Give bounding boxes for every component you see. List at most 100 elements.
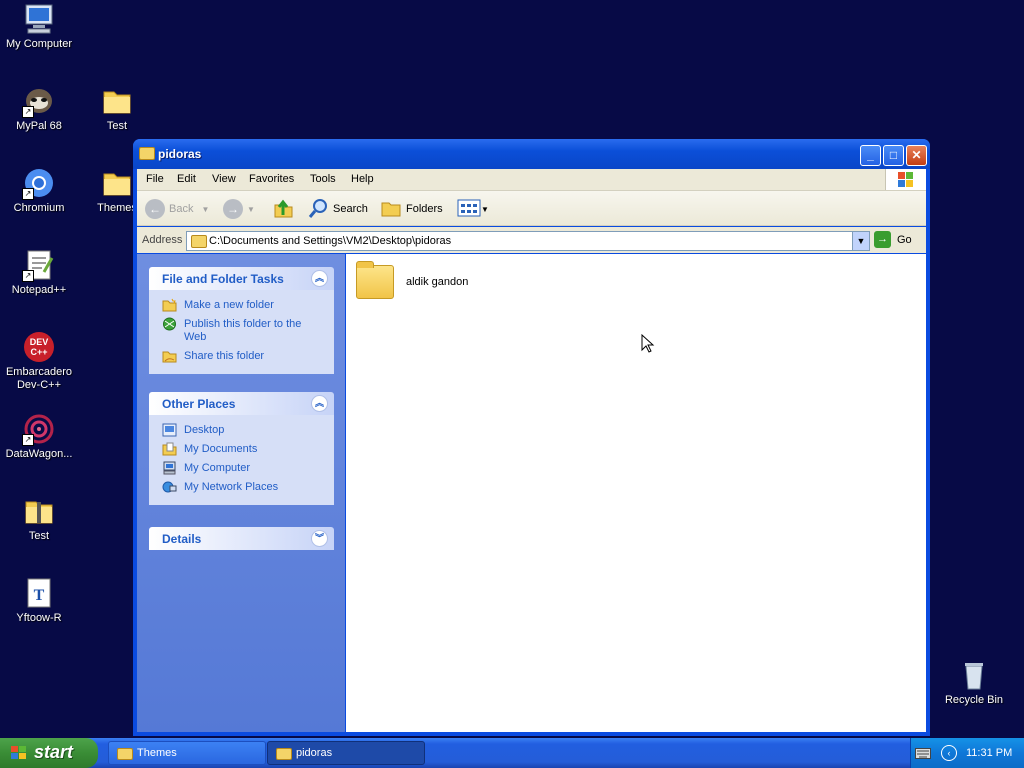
explorer-window: pidoras _ □ ✕ File Edit View Favorites T…: [133, 139, 930, 736]
shortcut-arrow-icon: ↗: [22, 434, 34, 446]
desktop-icon-label: Embarcadero Dev-C++: [5, 366, 73, 391]
menu-favorites[interactable]: Favorites: [249, 173, 294, 185]
desktop-icon-label: Yftoow-R: [16, 612, 62, 624]
back-label: Back: [169, 203, 194, 215]
menu-file[interactable]: File: [146, 173, 164, 185]
svg-text:C++: C++: [30, 347, 47, 357]
menu-help[interactable]: Help: [351, 173, 374, 185]
desktop-icon-label: Test: [106, 120, 128, 132]
desktop-link[interactable]: Desktop: [149, 421, 334, 440]
desktop-icon-label: Notepad++: [11, 284, 67, 296]
new-folder-icon: [162, 298, 177, 312]
computer-icon: [163, 461, 176, 475]
taskbar-item-pidoras[interactable]: pidoras: [267, 741, 425, 765]
font-file-icon: T: [22, 576, 56, 610]
shortcut-arrow-icon: ↗: [22, 188, 34, 200]
views-button[interactable]: ▼: [457, 198, 489, 220]
desktop-icon-label: Recycle Bin: [944, 694, 1004, 706]
file-folder-tasks-panel: File and Folder Tasks ︽ Make a new folde…: [149, 267, 334, 374]
menu-view[interactable]: View: [212, 173, 236, 185]
desktop-icon-devcpp[interactable]: DEV C++ Embarcadero Dev-C++: [0, 330, 78, 392]
address-bar: Address C:\Documents and Settings\VM2\De…: [137, 227, 926, 253]
details-panel: Details ︾: [149, 527, 334, 550]
folder-icon: [117, 748, 133, 760]
desktop-icon-my-computer[interactable]: My Computer: [0, 2, 78, 51]
file-name: aldik gandon: [406, 276, 469, 288]
tray-expand-icon[interactable]: ‹: [941, 745, 957, 761]
desktop-icon-label: MyPal 68: [16, 120, 62, 132]
desktop-icon-yftoow[interactable]: T Yftoow-R: [0, 576, 78, 625]
my-documents-icon: [162, 442, 177, 456]
chevron-down-icon: ▼: [481, 204, 489, 214]
publish-folder-web-link[interactable]: Publish this folder to the Web: [149, 315, 334, 347]
folders-button[interactable]: Folders: [380, 198, 443, 220]
panel-title: File and Folder Tasks: [162, 272, 284, 286]
folder-icon: [100, 166, 134, 200]
window-title: pidoras: [158, 147, 202, 161]
panel-header[interactable]: File and Folder Tasks ︽: [149, 267, 334, 290]
mouse-cursor-icon: [641, 334, 655, 353]
collapse-icon[interactable]: ︽: [311, 270, 328, 287]
svg-text:T: T: [34, 587, 45, 604]
menu-edit[interactable]: Edit: [177, 173, 196, 185]
svg-text:DEV: DEV: [30, 337, 49, 347]
address-dropdown-button[interactable]: ▼: [852, 232, 869, 250]
start-label: start: [34, 742, 74, 762]
taskbar: start Themes pidoras ‹ 11:31 PM: [0, 738, 1024, 768]
my-computer-link[interactable]: My Computer: [149, 459, 334, 478]
back-arrow-icon: ←: [145, 199, 165, 219]
desktop-icon-datawagon[interactable]: ↗ DataWagon...: [0, 412, 78, 461]
maximize-button[interactable]: □: [883, 145, 904, 166]
my-network-places-link[interactable]: My Network Places: [149, 478, 334, 497]
panel-header[interactable]: Other Places ︽: [149, 392, 334, 415]
search-button[interactable]: Search: [307, 198, 368, 220]
desktop-icon-test-zip[interactable]: Test: [0, 494, 78, 543]
panel-body: Make a new folder Publish this folder to…: [149, 290, 334, 374]
make-new-folder-link[interactable]: Make a new folder: [149, 296, 334, 315]
go-arrow-icon: →: [874, 231, 891, 248]
share-folder-link[interactable]: Share this folder: [149, 347, 334, 366]
globe-icon: [163, 317, 176, 331]
desktop-icon-label: DataWagon...: [5, 448, 73, 460]
file-list-pane[interactable]: aldik gandon: [346, 254, 926, 732]
minimize-button[interactable]: _: [860, 145, 881, 166]
forward-button[interactable]: → ▼: [223, 198, 255, 220]
folder-icon: [191, 235, 207, 248]
notepad-icon: ↗: [22, 248, 56, 282]
desktop-icon-test-folder[interactable]: Test: [78, 84, 156, 133]
expand-icon[interactable]: ︾: [311, 530, 328, 547]
panel-title: Details: [162, 532, 202, 546]
forward-arrow-icon: →: [223, 199, 243, 219]
taskbar-item-themes[interactable]: Themes: [108, 741, 266, 765]
keyboard-icon[interactable]: [915, 748, 931, 760]
title-bar[interactable]: pidoras _ □ ✕: [133, 139, 930, 169]
panel-header[interactable]: Details ︾: [149, 527, 334, 550]
start-button[interactable]: start: [0, 738, 98, 768]
desktop-icon-notepadpp[interactable]: ↗ Notepad++: [0, 248, 78, 297]
folders-icon: [380, 197, 402, 222]
go-button[interactable]: → Go: [874, 231, 912, 248]
up-folder-button[interactable]: [272, 198, 294, 220]
back-button[interactable]: ← Back ▼: [145, 198, 209, 220]
up-folder-icon: [272, 197, 294, 222]
system-tray: ‹ 11:31 PM: [910, 738, 1024, 768]
desktop-icon-chromium[interactable]: ↗ Chromium: [0, 166, 78, 215]
close-button[interactable]: ✕: [906, 145, 927, 166]
address-value: C:\Documents and Settings\VM2\Desktop\pi…: [209, 235, 452, 247]
task-pane: File and Folder Tasks ︽ Make a new folde…: [137, 254, 345, 732]
clock[interactable]: 11:31 PM: [966, 747, 1012, 759]
collapse-icon[interactable]: ︽: [311, 395, 328, 412]
menu-tools[interactable]: Tools: [310, 173, 336, 185]
folder-icon: [276, 748, 292, 760]
my-documents-link[interactable]: My Documents: [149, 440, 334, 459]
views-icon: [457, 198, 481, 221]
chromium-icon: ↗: [22, 166, 56, 200]
file-item[interactable]: aldik gandon: [356, 261, 469, 299]
shortcut-arrow-icon: ↗: [22, 106, 34, 118]
zip-folder-icon: [22, 494, 56, 528]
desktop-icon-recycle-bin[interactable]: Recycle Bin: [935, 658, 1013, 707]
desktop-icon-mypal[interactable]: ↗ MyPal 68: [0, 84, 78, 133]
address-input[interactable]: C:\Documents and Settings\VM2\Desktop\pi…: [186, 231, 870, 251]
go-label: Go: [897, 233, 912, 246]
shortcut-arrow-icon: ↗: [22, 270, 34, 282]
